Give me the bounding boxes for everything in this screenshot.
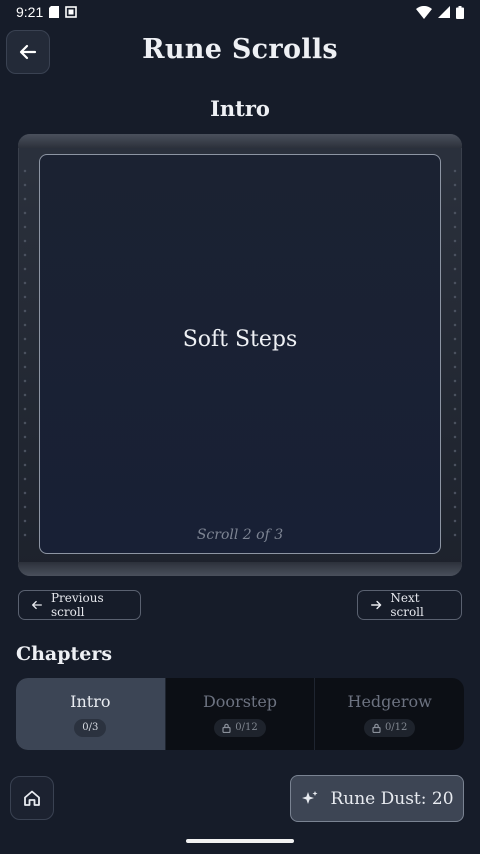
scroll-dots-right [453,164,457,546]
arrow-left-icon [32,600,42,610]
next-scroll-button[interactable]: Next scroll [357,590,462,620]
chapters-heading: Chapters [16,643,113,665]
wifi-icon [416,5,432,19]
gesture-navigation-bar[interactable] [186,839,294,843]
chapter-tab-doorstep[interactable]: Doorstep 0/12 [166,678,316,750]
scroll-counter: Scroll 2 of 3 [196,527,284,543]
screenshot-icon [65,6,78,18]
chapter-progress-badge: 0/3 [74,718,107,737]
chapter-tabs: Intro 0/3 Doorstep 0/12 Hedgerow 0/12 [16,678,464,750]
signal-icon [438,6,450,18]
status-left: 9:21 [16,4,78,20]
chapter-name: Intro [70,691,111,711]
scroll-frame: Soft Steps Scroll 2 of 3 [18,134,462,576]
section-title: Intro [210,96,270,121]
sparkle-icon [302,790,318,804]
home-button[interactable] [10,776,54,820]
lock-icon [222,723,231,733]
chapter-name: Hedgerow [347,691,432,711]
scroll-bottom-roller [18,562,462,576]
next-scroll-label: Next scroll [390,591,424,619]
status-right [416,5,464,19]
chapter-progress-badge: 0/12 [214,718,266,737]
scroll-heading: Soft Steps [182,327,298,352]
chapter-progress-badge: 0/12 [363,718,416,737]
chapter-tab-intro[interactable]: Intro 0/3 [16,678,166,750]
previous-scroll-label: Previous scroll [50,591,104,619]
status-bar: 9:21 [0,0,480,24]
rune-dust-label: Rune Dust: 20 [330,788,454,809]
chapter-progress-text: 0/12 [384,722,408,733]
scroll-dots-left [23,164,27,546]
scroll-card[interactable]: Soft Steps Scroll 2 of 3 [39,154,441,554]
chapter-tab-hedgerow[interactable]: Hedgerow 0/12 [315,678,464,750]
home-icon [24,790,40,806]
chapter-progress-text: 0/12 [235,722,258,733]
rune-dust-button[interactable]: Rune Dust: 20 [290,775,464,822]
status-time: 9:21 [16,4,44,20]
battery-icon [456,5,464,19]
chapter-progress-text: 0/3 [82,722,99,733]
lock-icon [372,723,381,733]
scroll-top-roller [18,134,462,148]
sd-card-icon [49,6,60,18]
arrow-right-icon [371,600,382,610]
chapter-name: Doorstep [202,691,278,711]
page-title: Rune Scrolls [142,34,338,65]
previous-scroll-button[interactable]: Previous scroll [18,590,141,620]
